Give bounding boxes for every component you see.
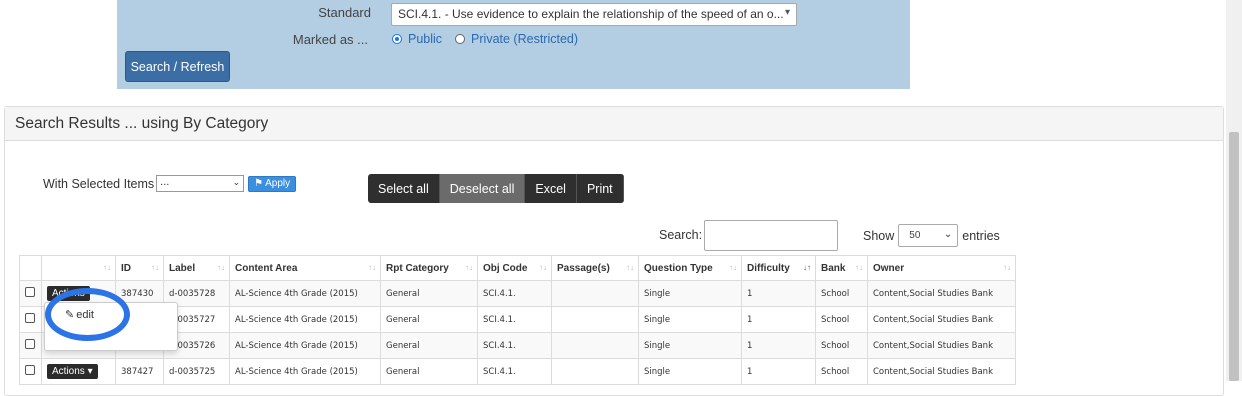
caret-down-icon: ▾ (87, 366, 93, 377)
header-bank[interactable]: Bank ↑↓ (815, 255, 868, 281)
visibility-radio-group: Public Private (Restricted) (392, 32, 578, 46)
row-checkbox[interactable] (25, 365, 35, 375)
row-checkbox[interactable] (25, 287, 35, 297)
obj-code-cell: SCI.4.1. (477, 280, 552, 307)
header-difficulty[interactable]: Difficulty ↓↑ (741, 255, 816, 281)
sort-icon: ↑↓ (217, 263, 225, 272)
rpt-category-cell: General (380, 306, 478, 333)
row-checkbox-cell (19, 332, 42, 359)
chevron-down-icon: ⌄ (943, 229, 953, 240)
entries-label: entries (962, 228, 1000, 243)
export-button-group: Select all Deselect all Excel Print (368, 174, 624, 203)
row-checkbox[interactable] (25, 313, 35, 323)
sort-icon: ↑↓ (626, 263, 634, 272)
results-panel: Search Results ... using By Category Wit… (4, 106, 1224, 396)
question-type-cell: Single (638, 306, 742, 333)
table-header-row: ↑↓ ID ↑↓ Label ↑↓ Content Area ↑↓ Rpt Categ… (19, 255, 1016, 281)
print-button[interactable]: Print (576, 174, 624, 203)
sort-icon: ↓↑ (803, 263, 811, 272)
bank-cell: School (815, 280, 868, 307)
deselect-all-button[interactable]: Deselect all (439, 174, 526, 203)
sort-icon: ↑↓ (465, 263, 473, 272)
apply-button[interactable]: ⚑ Apply (248, 175, 297, 192)
page-length-control: Show 50 ⌄ entries (863, 224, 1000, 247)
excel-button[interactable]: Excel (525, 174, 577, 203)
owner-cell: Content,Social Studies Bank (867, 332, 1016, 359)
select-all-button[interactable]: Select all (368, 174, 440, 203)
question-type-cell: Single (638, 332, 742, 359)
passages-cell (551, 306, 639, 333)
actions-button[interactable]: Actions ▾ (47, 364, 98, 379)
sort-icon: ↑↓ (855, 263, 863, 272)
standard-select[interactable]: SCI.4.1. - Use evidence to explain the r… (391, 3, 797, 26)
difficulty-cell: 1 (741, 306, 816, 333)
table-search-input[interactable] (704, 220, 838, 251)
with-selected-select[interactable]: ... ⌄ (156, 175, 245, 192)
search-refresh-button[interactable]: Search / Refresh (125, 51, 230, 82)
sort-icon: ↑↓ (1003, 263, 1011, 272)
search-criteria-panel: Standard SCI.4.1. - Use evidence to expl… (117, 0, 910, 89)
sort-icon: ↑↓ (729, 263, 737, 272)
passages-cell (551, 332, 639, 359)
header-content-area[interactable]: Content Area ↑↓ (229, 255, 381, 281)
results-title: Search Results ... using By Category (5, 107, 1223, 141)
chevron-down-icon: ⌄ (232, 177, 241, 187)
obj-code-cell: SCI.4.1. (477, 332, 552, 359)
page-length-value: 50 (909, 230, 921, 241)
row-checkbox-cell (19, 280, 42, 307)
header-passages[interactable]: Passage(s) ↑↓ (551, 255, 639, 281)
difficulty-cell: 1 (741, 332, 816, 359)
apply-label: Apply (265, 178, 291, 189)
chevron-down-icon: ▾ (784, 7, 790, 18)
page-length-select[interactable]: 50 ⌄ (898, 224, 959, 247)
radio-private[interactable] (455, 34, 466, 44)
standard-value: SCI.4.1. - Use evidence to explain the r… (398, 7, 784, 21)
obj-code-cell: SCI.4.1. (477, 306, 552, 333)
sort-icon: ↑↓ (103, 263, 111, 272)
with-selected-value: ... (160, 176, 170, 188)
header-select (19, 255, 42, 281)
content-area-cell: AL-Science 4th Grade (2015) (229, 306, 381, 333)
flag-icon: ⚑ (254, 178, 264, 189)
header-actions[interactable]: ↑↓ (41, 255, 116, 281)
vertical-scrollbar[interactable] (1226, 0, 1242, 381)
owner-cell: Content,Social Studies Bank (867, 306, 1016, 333)
radio-public[interactable] (392, 34, 402, 44)
radio-public-label[interactable]: Public (408, 32, 442, 46)
highlight-annotation-ring (45, 288, 130, 341)
rpt-category-cell: General (380, 332, 478, 359)
header-question-type[interactable]: Question Type ↑↓ (638, 255, 742, 281)
difficulty-cell: 1 (741, 280, 816, 307)
bank-cell: School (815, 306, 868, 333)
header-id[interactable]: ID ↑↓ (115, 255, 164, 281)
scrollbar-thumb[interactable] (1229, 132, 1239, 381)
sort-icon: ↑↓ (539, 263, 547, 272)
with-selected-control: With Selected Items ... ⌄ ⚑ Apply (43, 175, 297, 192)
sort-icon: ↑↓ (368, 263, 376, 272)
row-checkbox-cell (19, 306, 42, 333)
header-rpt-category[interactable]: Rpt Category ↑↓ (380, 255, 478, 281)
marked-as-label: Marked as ... (292, 32, 368, 47)
with-selected-label: With Selected Items (43, 176, 155, 191)
header-label[interactable]: Label ↑↓ (163, 255, 230, 281)
standard-label: Standard (318, 5, 371, 20)
header-owner[interactable]: Owner ↑↓ (867, 255, 1016, 281)
show-label: Show (863, 228, 895, 243)
content-area-cell: AL-Science 4th Grade (2015) (229, 280, 381, 307)
content-area-cell: AL-Science 4th Grade (2015) (229, 332, 381, 359)
question-type-cell: Single (638, 280, 742, 307)
table-search-label: Search: (659, 228, 703, 242)
owner-cell: Content,Social Studies Bank (867, 280, 1016, 307)
bank-cell: School (815, 332, 868, 359)
header-obj-code[interactable]: Obj Code ↑↓ (477, 255, 552, 281)
radio-private-label[interactable]: Private (Restricted) (471, 32, 578, 46)
passages-cell (551, 280, 639, 307)
row-checkbox[interactable] (25, 339, 35, 349)
sort-icon: ↑↓ (151, 263, 159, 272)
rpt-category-cell: General (380, 280, 478, 307)
